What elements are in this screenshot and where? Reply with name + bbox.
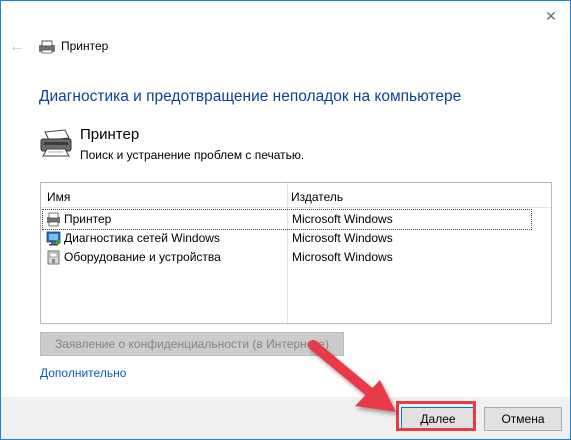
back-arrow-icon[interactable]: ←	[9, 38, 25, 56]
close-button[interactable]: ✕	[540, 5, 562, 27]
row-name: Оборудование и устройства	[64, 250, 221, 264]
printer-icon	[47, 212, 60, 227]
header-row: ← Принтер	[1, 31, 570, 63]
program-description: Поиск и устранение проблем с печатью.	[80, 148, 305, 162]
advanced-link[interactable]: Дополнительно	[40, 366, 126, 380]
printer-icon	[39, 40, 55, 54]
row-name: Диагностика сетей Windows	[64, 231, 220, 245]
row-publisher: Microsoft Windows	[292, 212, 393, 226]
program-name: Принтер	[80, 126, 140, 143]
row-publisher: Microsoft Windows	[292, 231, 393, 245]
privacy-statement-button[interactable]: Заявление о конфиденциальности (в Интерн…	[40, 332, 344, 356]
page-title: Диагностика и предотвращение неполадок н…	[39, 88, 462, 105]
close-icon: ✕	[545, 8, 557, 24]
network-icon	[46, 231, 61, 246]
table-row[interactable]: Оборудование и устройства Microsoft Wind…	[43, 248, 531, 267]
title-bar: ✕	[1, 1, 570, 31]
table-row[interactable]: Диагностика сетей Windows Microsoft Wind…	[43, 229, 531, 248]
header-divider	[41, 207, 551, 208]
troubleshooters-table: Имя Издатель Принтер Microsoft Windows Д…	[40, 182, 552, 324]
device-icon	[47, 250, 60, 265]
table-row[interactable]: Принтер Microsoft Windows	[42, 209, 532, 230]
printer-icon	[40, 129, 72, 157]
row-name: Принтер	[64, 212, 112, 226]
highlight-box	[396, 401, 476, 431]
cancel-button[interactable]: Отмена	[484, 407, 562, 431]
row-publisher: Microsoft Windows	[292, 250, 393, 264]
footer: Далее Отмена	[1, 397, 570, 439]
troubleshooter-window: ✕ ← Принтер Диагностика и предотвращение…	[0, 0, 571, 440]
window-title: Принтер	[61, 39, 109, 53]
